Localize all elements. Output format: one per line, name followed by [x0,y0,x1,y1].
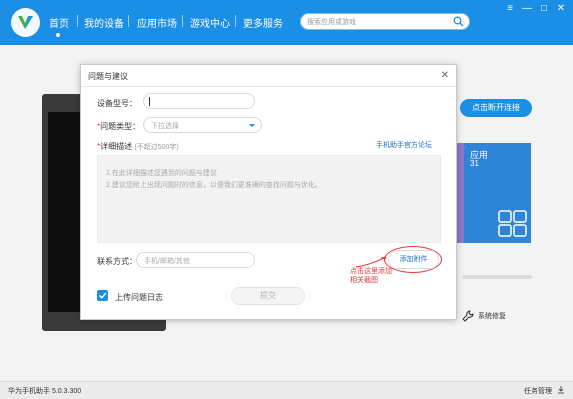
submit-button[interactable]: 提交 [231,287,305,305]
upload-log-checkbox[interactable] [97,290,108,301]
search-input[interactable]: 搜索应用或游戏 [307,17,356,27]
issue-type-select[interactable]: 下拉选择 [143,117,262,133]
download-icon [558,386,564,394]
annotation-line: 点击这里添加 [350,268,392,275]
nav-separator [77,15,78,27]
official-forum-link[interactable]: 手机助手官方论坛 [376,140,432,150]
app-tile-edge [457,143,464,243]
active-nav-indicator [56,33,60,37]
detail-textarea[interactable]: 1.在此详细描述您遇到的问题与建议 2.建议您附上出现问题时的信息，以便我们更准… [97,155,441,243]
dialog-close-icon[interactable]: ✕ [441,70,449,81]
search-box[interactable]: 搜索应用或游戏 [300,13,470,30]
app-tile-count: 31 [470,159,479,168]
task-manager-button[interactable]: 任务管理 [524,386,565,396]
device-model-input[interactable] [143,93,255,109]
nav-home[interactable]: 首页 [49,15,69,30]
minimize-icon[interactable]: — [522,4,532,14]
device-model-label: 设备型号： [97,99,137,108]
nav-more-services[interactable]: 更多服务 [243,15,283,30]
upload-log-label: 上传问题日志 [115,293,163,302]
storage-bar [462,275,532,279]
text-caret [149,97,150,106]
grid-icon [498,210,527,237]
version-text: 华为手机助手 5.0.3.300 [8,388,82,395]
textarea-hint-line: 2.建议您附上出现问题时的信息，以便我们更准确的查找问题与优化。 [106,182,322,189]
annotation-line: 相关截图 [350,277,378,284]
nav-game-center[interactable]: 游戏中心 [190,15,230,30]
contact-placeholder: 手机/邮箱/其他 [144,258,190,265]
nav-separator [128,15,129,27]
contact-input[interactable]: 手机/邮箱/其他 [136,252,255,268]
add-attachment-button[interactable]: 添加附件 [388,250,439,269]
nav-separator [235,15,236,27]
system-repair-label[interactable]: 系统修复 [478,311,506,321]
disconnect-button[interactable]: 点击断开连接 [460,99,532,117]
contact-label: 联系方式： [97,257,137,266]
logo-icon[interactable] [11,8,40,37]
nav-separator [182,15,183,27]
close-icon[interactable]: ✕ [556,4,566,14]
dropdown-arrow-icon [249,124,255,127]
issue-type-placeholder: 下拉选择 [151,123,179,130]
maximize-icon[interactable]: □ [539,4,549,14]
dialog-title: 问题与建议 [88,72,128,81]
app-tile[interactable]: 应用 31 [464,143,531,243]
feedback-dialog: 问题与建议 ✕ 设备型号： *问题类型： 下拉选择 *详细描述 (不超过500字… [80,64,457,320]
annotation-note: 点击这里添加 相关截图 [350,267,392,285]
nav-my-devices[interactable]: 我的设备 [84,15,124,30]
detail-label: *详细描述 (不超过500字) [97,142,179,151]
menu-icon[interactable]: ≡ [505,4,515,14]
wrench-icon [462,310,474,322]
top-navigation-bar: 首页 我的设备 应用市场 游戏中心 更多服务 搜索应用或游戏 ≡ — □ ✕ [0,0,573,45]
search-icon[interactable] [453,16,464,27]
dialog-divider [81,86,456,87]
textarea-hint-line: 1.在此详细描述您遇到的问题与建议 [106,170,217,177]
issue-type-label: *问题类型： [97,122,141,131]
status-bar: 华为手机助手 5.0.3.300 任务管理 [0,381,573,399]
nav-app-market[interactable]: 应用市场 [137,15,177,30]
task-manager-label: 任务管理 [524,388,553,395]
check-icon [98,292,107,299]
